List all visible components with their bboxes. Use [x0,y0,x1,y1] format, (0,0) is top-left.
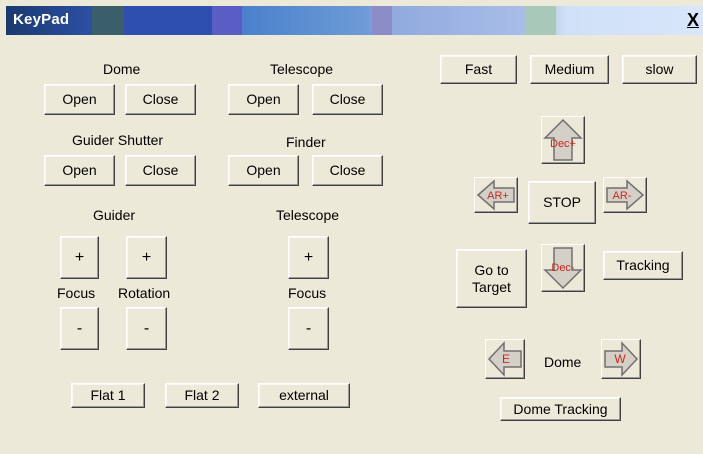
dec-plus-label: Dec+ [550,138,576,150]
dome-open-button[interactable]: Open [44,84,115,115]
dome-heading: Dome [103,61,141,77]
ar-minus-button[interactable]: AR- [603,177,647,213]
finder-open-button[interactable]: Open [228,155,299,186]
telescope-focus-plus-button[interactable]: + [288,236,329,279]
finder-close-button[interactable]: Close [312,155,383,186]
close-icon[interactable]: X [684,9,702,31]
guider-rotation-label: Rotation [118,285,171,301]
telescope-focus-minus-button[interactable]: - [288,307,329,350]
dome-east-label: E [502,352,510,366]
dome-east-button[interactable]: E [485,339,525,379]
medium-button[interactable]: Medium [530,55,609,84]
flat1-button[interactable]: Flat 1 [71,383,145,408]
title-bar-segment [92,6,124,35]
guider-shutter-open-button[interactable]: Open [44,155,115,186]
telescope-close-button[interactable]: Close [312,84,383,115]
guider-rotation-plus-button[interactable]: + [126,236,167,279]
title-bar-segment [212,6,242,35]
title-bar-segment [526,6,556,35]
guider-heading: Guider [93,207,136,223]
guider-focus-label: Focus [57,285,96,301]
window-title: KeyPad [13,11,70,28]
flat2-button[interactable]: Flat 2 [165,383,239,408]
stop-button[interactable]: STOP [528,181,596,224]
arrow-left-icon: E [487,341,522,377]
guider-rotation-minus-button[interactable]: - [126,307,167,350]
finder-heading: Finder [286,134,326,150]
keypad-window: KeyPad X Dome Open Close Telescope Open … [0,0,703,454]
arrow-up-icon: Dec+ [543,118,583,161]
fast-button[interactable]: Fast [440,55,517,84]
dome-west-button[interactable]: W [601,339,641,379]
dec-minus-button[interactable]: Dec- [541,244,585,292]
dome-close-button[interactable]: Close [125,84,196,115]
dome-west-label: W [614,352,626,366]
arrow-right-icon: W [604,341,639,377]
dec-minus-label: Dec- [551,262,575,274]
tracking-button[interactable]: Tracking [603,251,683,280]
dome-tracking-button[interactable]: Dome Tracking [500,397,621,421]
ar-plus-label: AR+ [487,190,509,202]
go-to-target-button[interactable]: Go to Target [456,249,527,308]
title-bar-segment [372,6,392,35]
guider-focus-plus-button[interactable]: + [60,236,99,279]
telescope-open-button[interactable]: Open [228,84,299,115]
telescope-focus-heading: Telescope [276,207,340,223]
dec-plus-button[interactable]: Dec+ [541,116,585,164]
arrow-right-icon: AR- [606,179,645,211]
title-bar[interactable]: KeyPad X [6,6,703,35]
guider-focus-minus-button[interactable]: - [60,307,99,350]
dome-move-label: Dome [544,354,582,370]
title-bar-segment [124,6,212,35]
external-button[interactable]: external [258,383,350,408]
telescope-focus-label: Focus [288,285,327,301]
ar-plus-button[interactable]: AR+ [474,177,518,213]
arrow-left-icon: AR+ [476,179,515,211]
guider-shutter-heading: Guider Shutter [72,132,164,148]
telescope-heading: Telescope [270,61,334,77]
slow-button[interactable]: slow [622,55,697,84]
arrow-down-icon: Dec- [543,247,583,290]
ar-minus-label: AR- [613,190,632,202]
guider-shutter-close-button[interactable]: Close [125,155,196,186]
